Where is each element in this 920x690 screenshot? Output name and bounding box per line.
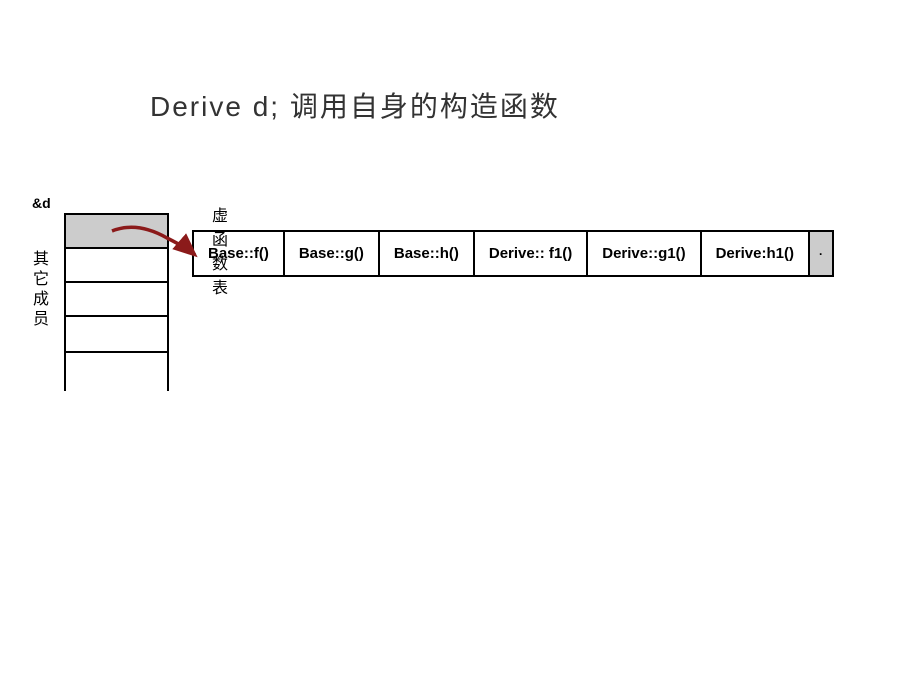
memory-cell [66,317,167,351]
vtable-entry: Base::f() [194,232,285,275]
vtable: Base::f() Base::g() Base::h() Derive:: f… [192,230,834,277]
member-label: 其它成员 [32,250,50,330]
vtable-entry: Derive::g1() [588,232,701,275]
vtable-entry: Base::g() [285,232,380,275]
vtable-entry: Derive:h1() [702,232,810,275]
memory-cell [66,283,167,317]
address-label: &d [32,195,51,211]
memory-cell [66,249,167,283]
page-title: Derive d; 调用自身的构造函数 [150,85,560,125]
memory-boxes [64,213,169,353]
memory-cell-vptr [66,215,167,249]
memory-continuation [64,351,169,391]
vtable-entry: Derive:: f1() [475,232,588,275]
vtable-terminator: · [810,232,832,275]
vtable-entry: Base::h() [380,232,475,275]
